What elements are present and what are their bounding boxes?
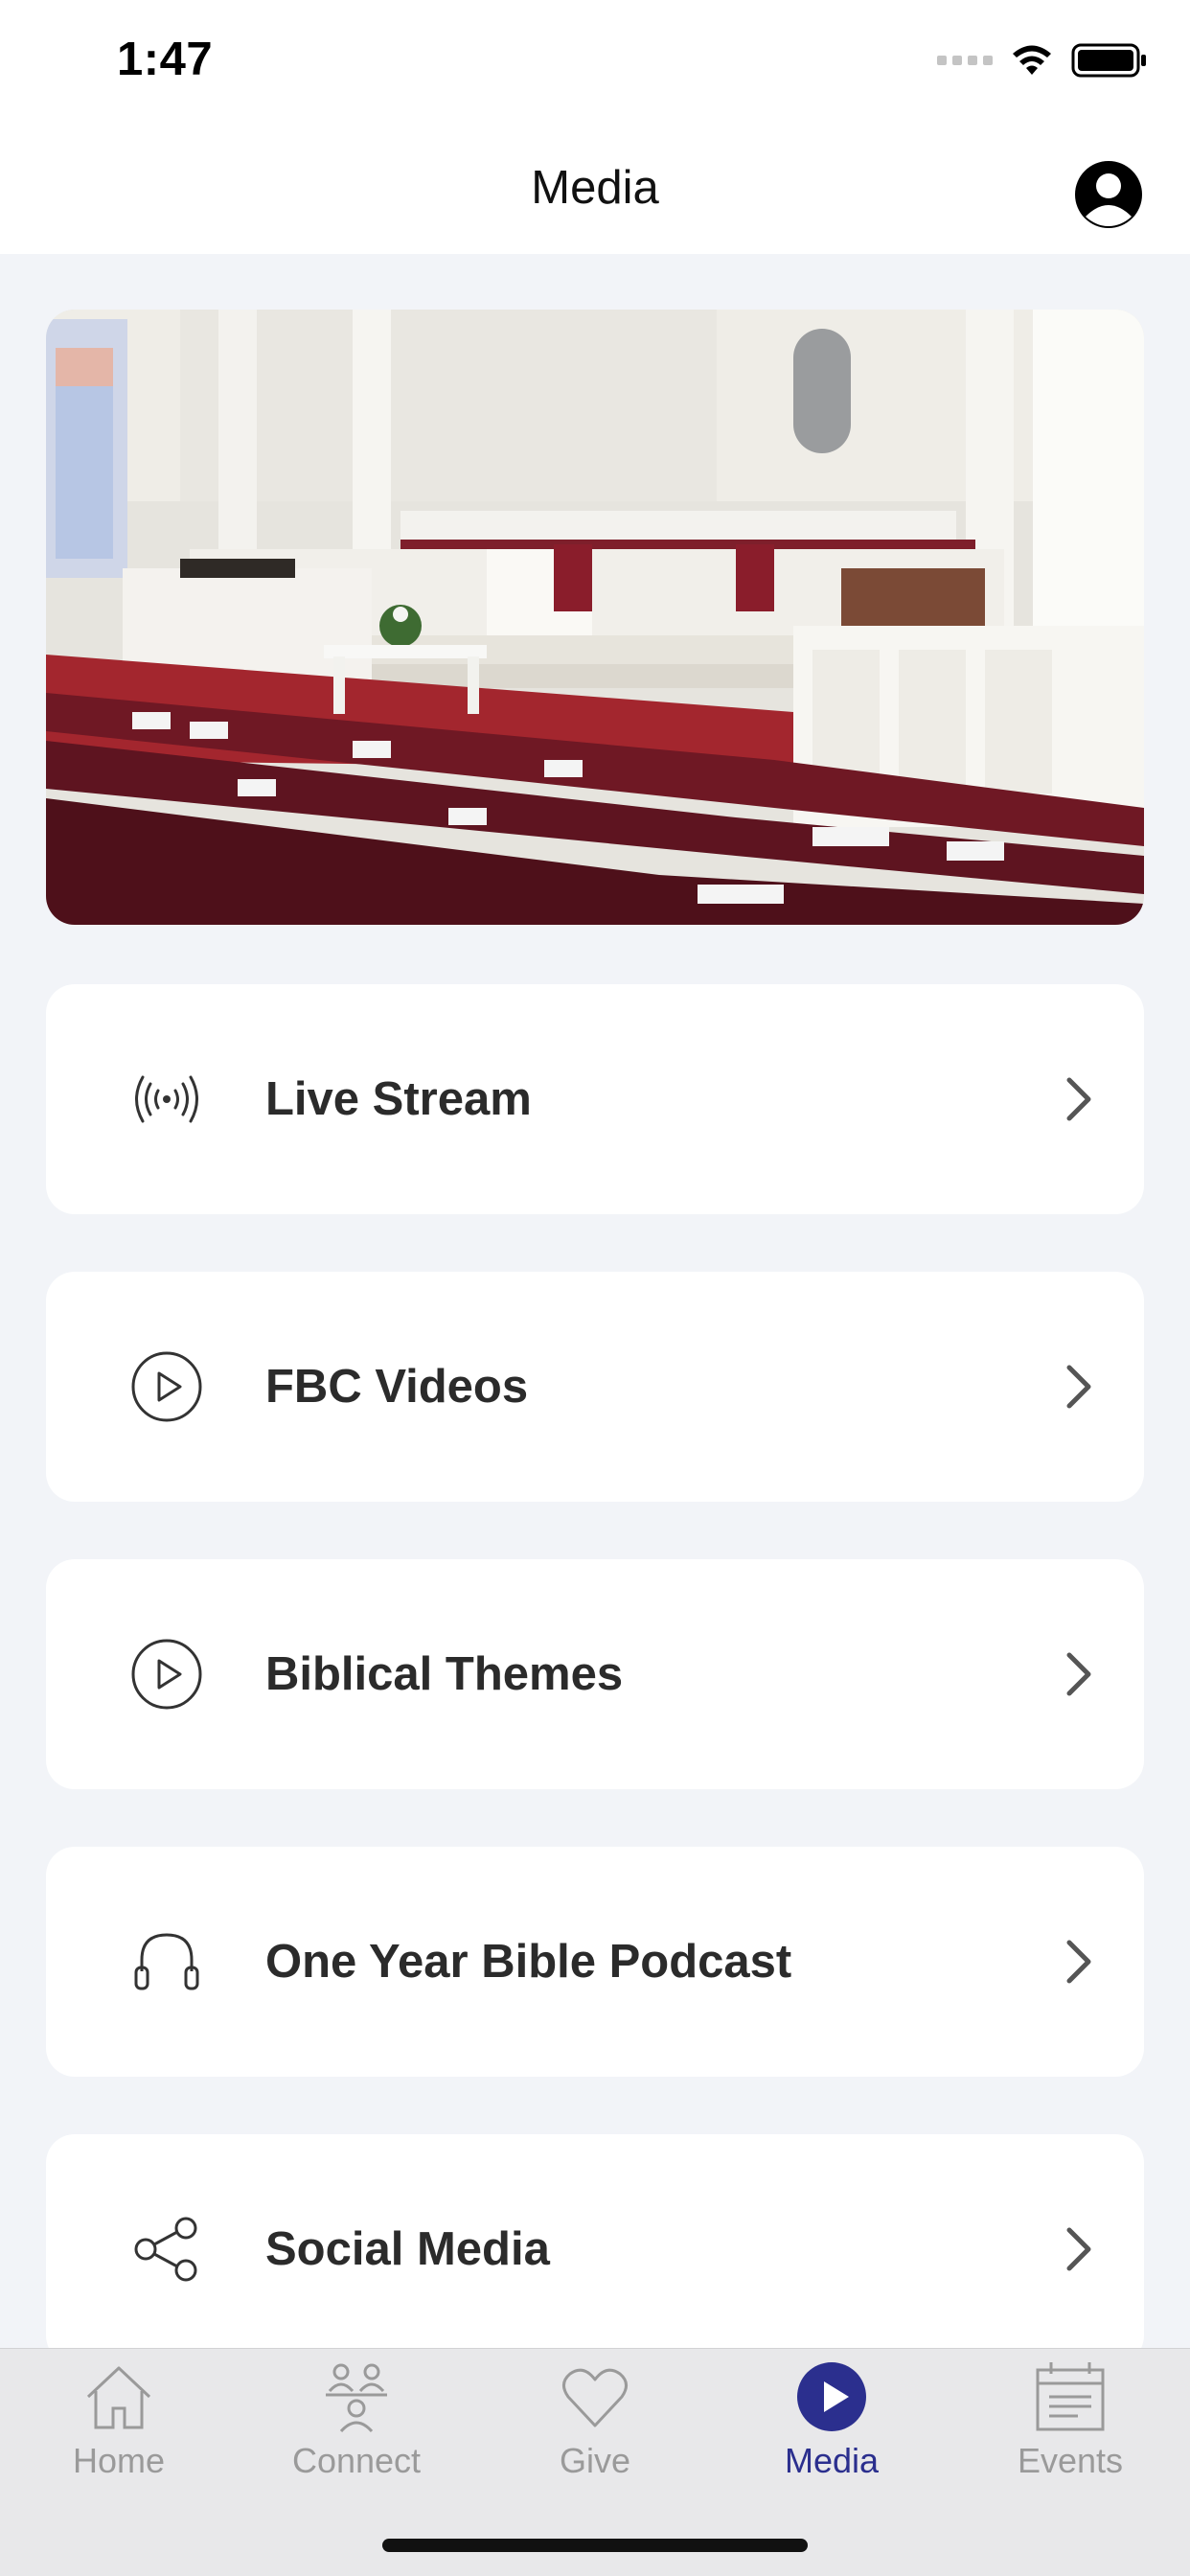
tab-label: Home — [72, 2441, 166, 2480]
chevron-right-icon — [1066, 1940, 1091, 1984]
house-icon — [86, 2366, 151, 2429]
profile-icon[interactable] — [1073, 159, 1144, 230]
tab-home[interactable]: Home — [23, 2358, 215, 2502]
broadcast-icon — [135, 1075, 198, 1123]
menu-item-one-year-bible-podcast[interactable]: One Year Bible Podcast — [46, 1847, 1144, 2077]
tab-connect[interactable]: Connect — [261, 2358, 452, 2502]
menu-item-label: Live Stream — [265, 1073, 532, 1125]
status-time: 1:47 — [117, 34, 214, 85]
chevron-right-icon — [1066, 1077, 1091, 1121]
menu-item-social-media[interactable]: Social Media — [46, 2134, 1144, 2364]
people-icon — [326, 2363, 387, 2433]
page-title: Media — [531, 162, 659, 214]
home-indicator — [382, 2539, 808, 2552]
play-circle-filled-icon — [797, 2362, 866, 2431]
headphones-icon — [134, 1933, 199, 1990]
chevron-right-icon — [1066, 1365, 1091, 1409]
play-circle-icon — [131, 1639, 202, 1710]
share-icon — [134, 2217, 197, 2282]
tab-give[interactable]: Give — [499, 2358, 691, 2502]
tab-label: Events — [1017, 2441, 1124, 2480]
header: 1:47 Media — [0, 0, 1190, 254]
play-circle-icon — [131, 1351, 202, 1422]
menu-item-label: FBC Videos — [265, 1361, 529, 1413]
media-screen: 1:47 Media Live Stream FBC Videos Biblic… — [0, 0, 1190, 2576]
tab-label: Connect — [291, 2441, 422, 2480]
wifi-icon — [1013, 45, 1051, 75]
cellular-signal-icon — [937, 56, 993, 65]
menu-item-live-stream[interactable]: Live Stream — [46, 984, 1144, 1214]
menu-item-label: Biblical Themes — [265, 1648, 624, 1700]
tab-media[interactable]: Media — [736, 2358, 927, 2502]
menu-item-label: Social Media — [265, 2223, 550, 2275]
tab-events[interactable]: Events — [974, 2358, 1166, 2502]
menu-item-biblical-themes[interactable]: Biblical Themes — [46, 1559, 1144, 1789]
tab-label: Media — [784, 2441, 880, 2480]
chevron-right-icon — [1066, 2227, 1091, 2271]
battery-icon — [1071, 43, 1146, 78]
tab-bar: Home Connect Give Media Events — [0, 2348, 1190, 2576]
hero-image — [46, 310, 1144, 925]
chevron-right-icon — [1066, 1652, 1091, 1696]
calendar-icon — [1036, 2362, 1105, 2431]
tab-label: Give — [559, 2441, 631, 2480]
menu-item-fbc-videos[interactable]: FBC Videos — [46, 1272, 1144, 1502]
menu-item-label: One Year Bible Podcast — [265, 1936, 792, 1988]
heart-icon — [562, 2368, 628, 2427]
status-icons — [937, 42, 1148, 79]
